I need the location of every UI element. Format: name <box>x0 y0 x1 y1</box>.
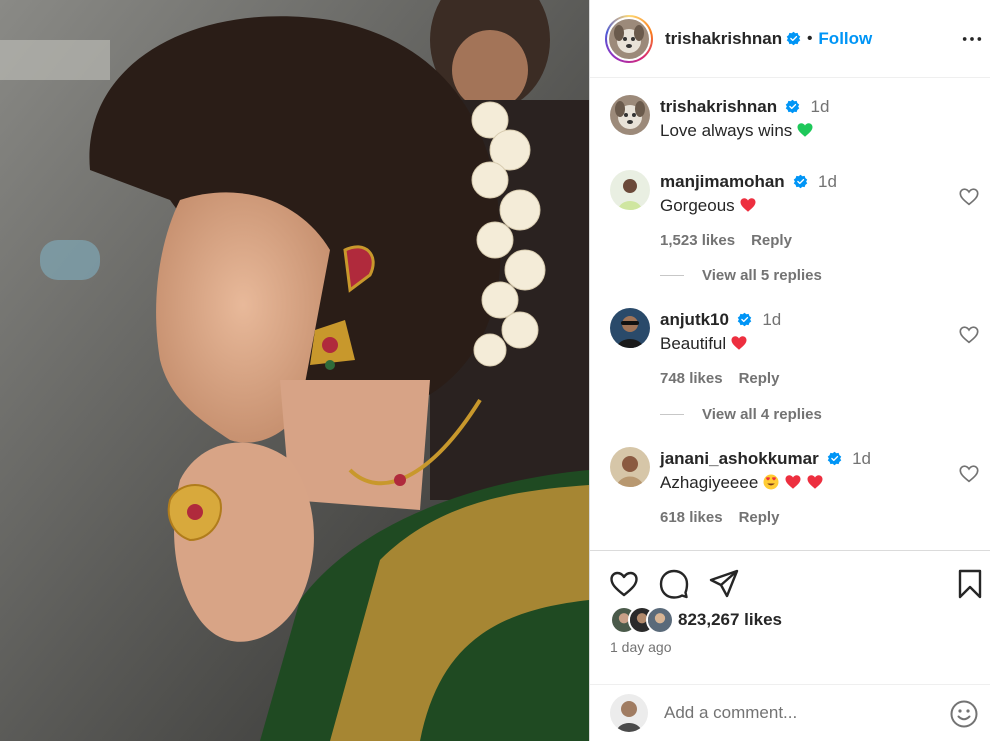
comment-text: Gorgeous <box>660 196 735 215</box>
add-comment-input[interactable] <box>664 703 914 723</box>
reply-button[interactable]: Reply <box>739 509 780 526</box>
more-options-icon[interactable] <box>961 28 983 50</box>
post-header: trishakrishnan • Follow <box>590 0 990 78</box>
comment-likes[interactable]: 1,523 likes <box>660 232 735 249</box>
comment-like-icon[interactable] <box>958 324 980 346</box>
green-heart-icon <box>797 123 813 137</box>
comment-username[interactable]: anjutk10 <box>660 310 729 329</box>
comment-icon[interactable] <box>658 568 690 600</box>
action-bar <box>590 560 990 608</box>
verified-badge-icon <box>827 451 842 466</box>
comment-username[interactable]: manjimamohan <box>660 172 785 191</box>
comment-likes[interactable]: 748 likes <box>660 370 723 387</box>
verified-badge-icon <box>737 312 752 327</box>
caption-username[interactable]: trishakrishnan <box>660 97 777 116</box>
share-icon[interactable] <box>708 568 740 600</box>
separator-dot: • <box>807 30 813 47</box>
likes-count[interactable]: 823,267 likes <box>678 610 782 630</box>
comment-composer <box>590 684 990 741</box>
post-date[interactable]: 1 day ago <box>610 639 672 655</box>
comment-time[interactable]: 1d <box>818 172 837 191</box>
liker-avatar <box>646 606 674 634</box>
likes-summary[interactable]: 823,267 likes <box>610 606 782 634</box>
comment-username[interactable]: janani_ashokkumar <box>660 449 819 468</box>
red-heart-icon <box>731 336 747 350</box>
comments-list[interactable]: trishakrishnan 1d Love always wins manji… <box>590 79 990 551</box>
post-panel: trishakrishnan • Follow trishakrishnan 1… <box>589 0 990 741</box>
bookmark-icon[interactable] <box>954 568 986 600</box>
comment-likes[interactable]: 618 likes <box>660 509 723 526</box>
view-replies-label: View all 5 replies <box>702 267 822 284</box>
verified-badge-icon <box>786 31 801 46</box>
comment-like-icon[interactable] <box>958 186 980 208</box>
view-replies-label: View all 4 replies <box>702 406 822 423</box>
view-replies-button[interactable]: View all 4 replies <box>660 406 822 423</box>
comment-time[interactable]: 1d <box>852 449 871 468</box>
emoji-icon[interactable] <box>949 699 979 729</box>
caption-avatar[interactable] <box>610 95 650 135</box>
comment-like-icon[interactable] <box>958 463 980 485</box>
author-username[interactable]: trishakrishnan <box>665 29 782 49</box>
verified-badge-icon <box>786 99 800 114</box>
heart-eyes-emoji-icon <box>763 474 779 490</box>
red-heart-icon <box>740 198 756 212</box>
red-heart-icon <box>785 475 801 489</box>
red-heart-icon <box>807 475 823 489</box>
follow-button[interactable]: Follow <box>818 29 872 49</box>
comment-text: Beautiful <box>660 334 727 353</box>
post-image[interactable] <box>0 0 589 741</box>
commenter-avatar[interactable] <box>610 308 650 348</box>
reply-button[interactable]: Reply <box>739 370 780 387</box>
commenter-avatar[interactable] <box>610 447 650 487</box>
commenter-avatar[interactable] <box>610 170 650 210</box>
verified-badge-icon <box>793 174 808 189</box>
reply-button[interactable]: Reply <box>751 232 792 249</box>
heart-icon[interactable] <box>608 568 640 600</box>
current-user-avatar <box>610 694 648 732</box>
caption-text: Love always wins <box>660 121 793 140</box>
author-avatar[interactable] <box>605 14 653 63</box>
likers-avatars[interactable] <box>610 606 676 634</box>
comment-time[interactable]: 1d <box>762 310 781 329</box>
caption-time[interactable]: 1d <box>811 97 830 116</box>
comment-text: Azhagiyeeee <box>660 473 759 492</box>
view-replies-button[interactable]: View all 5 replies <box>660 267 822 284</box>
